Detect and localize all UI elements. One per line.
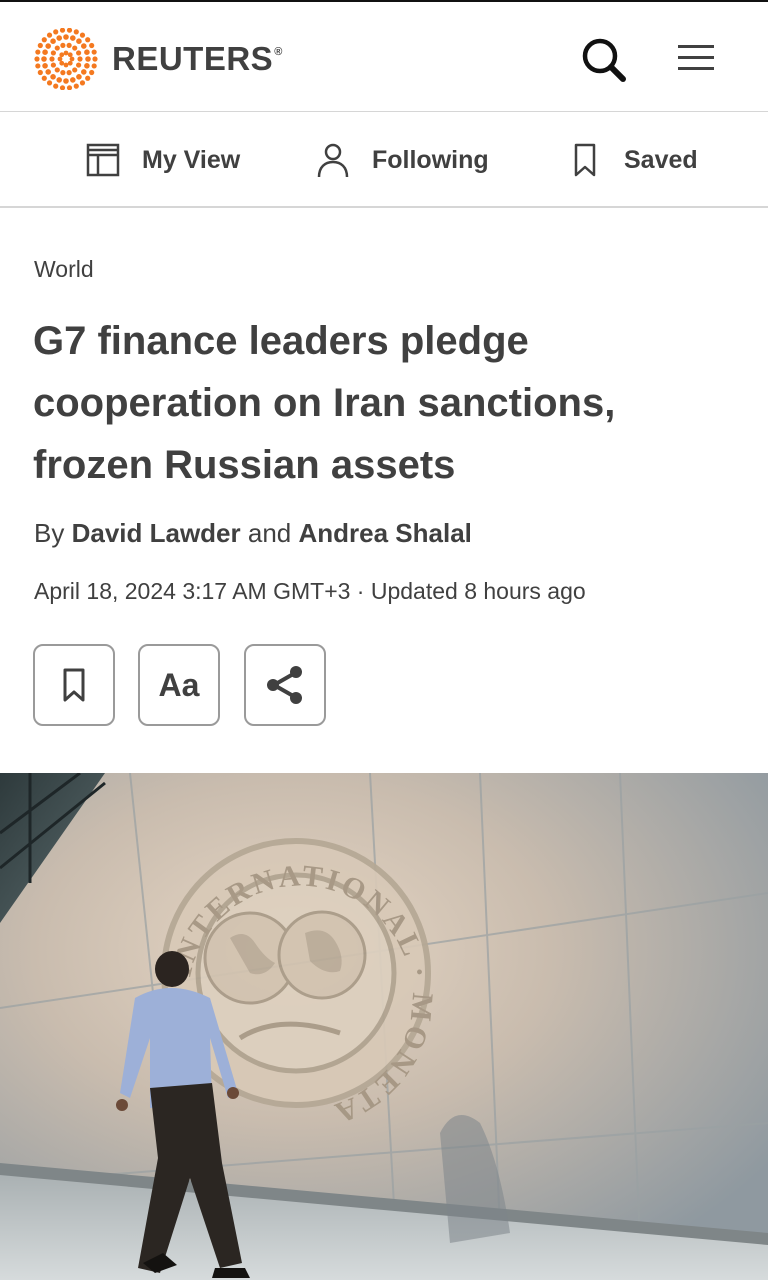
top-header: REUTERS® (0, 0, 768, 112)
bookmark-icon (574, 143, 596, 177)
bookmark-icon (63, 668, 85, 702)
brand-name: REUTERS® (112, 40, 283, 77)
article-lead-photo[interactable]: INTERNATIONAL · MONETARY FUND (0, 773, 768, 1280)
reuters-logo[interactable]: REUTERS® (32, 28, 283, 90)
reuters-logo-icon (34, 28, 98, 90)
nav-my-view[interactable]: My View (84, 140, 240, 180)
section-link-world[interactable]: World (34, 256, 94, 283)
menu-button[interactable] (674, 40, 718, 76)
article-dateline: April 18, 2024 3:17 AM GMT+3 · Updated 8… (34, 578, 586, 604)
nav-saved[interactable]: Saved (566, 140, 698, 180)
byline-joiner: and (247, 518, 292, 548)
nav-saved-label: Saved (624, 145, 698, 174)
byline-prefix: By (34, 518, 65, 548)
font-size-label: Aa (158, 666, 200, 703)
sub-navigation: My View Following Saved (0, 112, 768, 208)
search-icon (582, 38, 626, 82)
hamburger-menu-icon (678, 45, 714, 70)
font-size-button[interactable]: Aa (138, 644, 220, 726)
byline: By David Lawder and Andrea Shalal (34, 518, 472, 549)
share-icon (267, 666, 302, 704)
article-page: REUTERS® My View Following Saved World G… (0, 0, 768, 1280)
author-link[interactable]: David Lawder (72, 518, 241, 548)
search-button[interactable] (578, 34, 630, 86)
save-article-button[interactable] (33, 644, 115, 726)
author-link[interactable]: Andrea Shalal (299, 518, 472, 548)
person-icon (317, 143, 349, 178)
nav-following[interactable]: Following (314, 140, 489, 180)
imf-seal-photo: INTERNATIONAL · MONETARY FUND (0, 773, 768, 1280)
layout-icon (86, 143, 120, 177)
share-button[interactable] (244, 644, 326, 726)
article-headline: G7 finance leaders pledge cooperation on… (33, 319, 616, 487)
nav-following-label: Following (372, 145, 489, 174)
nav-my-view-label: My View (142, 145, 241, 174)
